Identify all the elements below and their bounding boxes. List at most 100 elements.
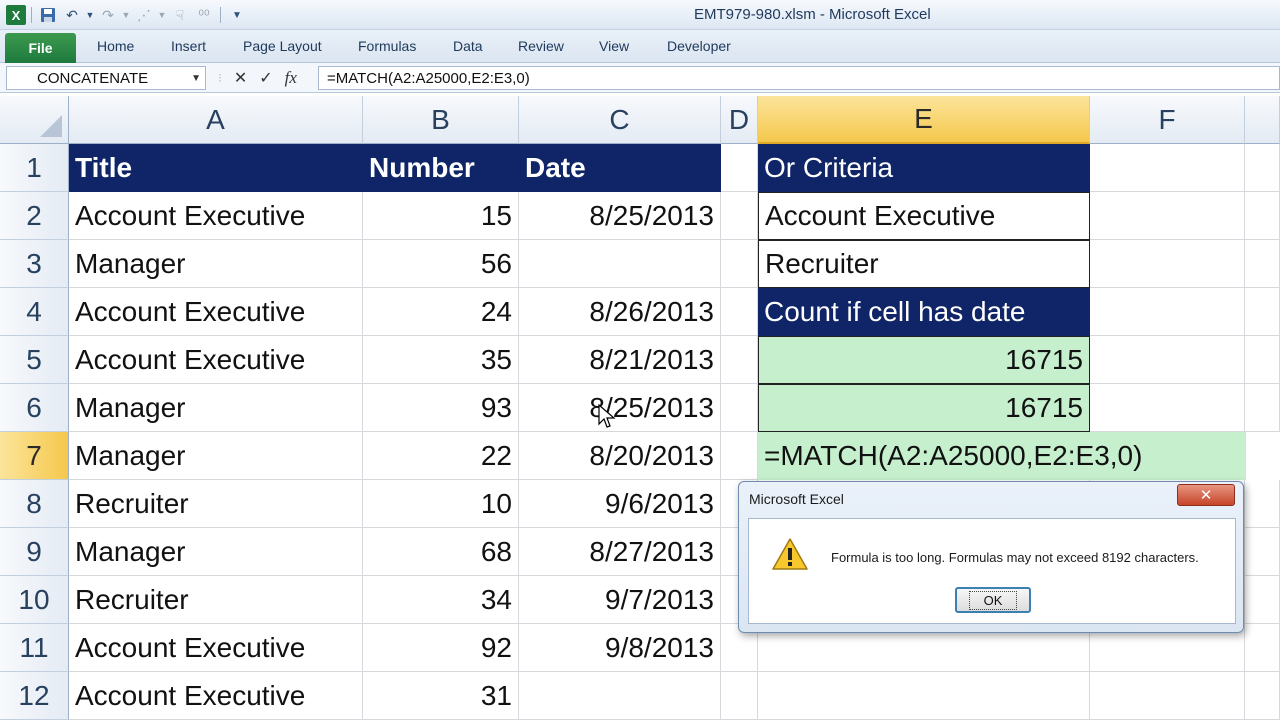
empty-cell[interactable] bbox=[758, 672, 1090, 720]
name-box-dropdown-icon[interactable]: ▼ bbox=[191, 73, 201, 84]
title-cell[interactable]: Manager bbox=[69, 432, 363, 480]
redo-icon[interactable]: ↷ bbox=[97, 4, 119, 26]
column-header-a[interactable]: A bbox=[69, 96, 363, 144]
number-cell[interactable]: 56 bbox=[363, 240, 519, 288]
empty-cell[interactable] bbox=[721, 432, 758, 480]
empty-cell[interactable] bbox=[1090, 336, 1245, 384]
date-cell[interactable]: 8/25/2013 bbox=[519, 384, 721, 432]
date-cell[interactable]: 8/25/2013 bbox=[519, 192, 721, 240]
criteria-item[interactable]: Account Executive bbox=[758, 192, 1090, 240]
empty-cell[interactable] bbox=[1245, 192, 1280, 240]
column-header-g[interactable] bbox=[1245, 96, 1280, 144]
date-cell[interactable]: 8/20/2013 bbox=[519, 432, 721, 480]
active-cell-editor[interactable]: =MATCH(A2:A25000,E2:E3,0) bbox=[758, 432, 1246, 480]
undo-icon[interactable]: ↶ bbox=[61, 4, 83, 26]
redo-dropdown-icon[interactable]: ▼ bbox=[121, 4, 131, 26]
resize-handle-icon[interactable]: ⁝ bbox=[218, 71, 222, 85]
empty-cell[interactable] bbox=[721, 192, 758, 240]
save-icon[interactable] bbox=[37, 4, 59, 26]
date-cell[interactable] bbox=[519, 672, 721, 720]
criteria-item[interactable]: Recruiter bbox=[758, 240, 1090, 288]
date-cell[interactable]: 9/7/2013 bbox=[519, 576, 721, 624]
empty-cell[interactable] bbox=[1245, 336, 1280, 384]
date-cell[interactable]: 8/27/2013 bbox=[519, 528, 721, 576]
column-header-b[interactable]: B bbox=[363, 96, 519, 144]
empty-cell[interactable] bbox=[1245, 576, 1280, 624]
date-cell[interactable]: 9/8/2013 bbox=[519, 624, 721, 672]
row-header[interactable]: 6 bbox=[0, 384, 69, 432]
title-cell[interactable]: Recruiter bbox=[69, 576, 363, 624]
dialog-close-button[interactable]: ✕ bbox=[1177, 484, 1235, 506]
empty-cell[interactable] bbox=[1245, 240, 1280, 288]
date-cell[interactable]: 8/26/2013 bbox=[519, 288, 721, 336]
empty-cell[interactable] bbox=[721, 144, 758, 192]
title-cell[interactable]: Manager bbox=[69, 240, 363, 288]
number-cell[interactable]: 35 bbox=[363, 336, 519, 384]
empty-cell[interactable] bbox=[721, 240, 758, 288]
number-cell[interactable]: 92 bbox=[363, 624, 519, 672]
name-box[interactable]: CONCATENATE ▼ bbox=[6, 66, 206, 90]
number-cell[interactable]: 15 bbox=[363, 192, 519, 240]
row-header[interactable]: 5 bbox=[0, 336, 69, 384]
row-header[interactable]: 8 bbox=[0, 480, 69, 528]
empty-cell[interactable] bbox=[1245, 480, 1280, 528]
column-header-c[interactable]: C bbox=[519, 96, 721, 144]
empty-cell[interactable] bbox=[1090, 384, 1245, 432]
empty-cell[interactable] bbox=[1090, 192, 1245, 240]
row-header[interactable]: 2 bbox=[0, 192, 69, 240]
date-cell[interactable]: 8/21/2013 bbox=[519, 336, 721, 384]
empty-cell[interactable] bbox=[1090, 288, 1245, 336]
number-cell[interactable]: 24 bbox=[363, 288, 519, 336]
empty-cell[interactable] bbox=[721, 384, 758, 432]
number-cell[interactable]: 22 bbox=[363, 432, 519, 480]
column-header-d[interactable]: D bbox=[721, 96, 758, 144]
cancel-icon[interactable]: ✕ bbox=[234, 68, 247, 88]
tab-developer[interactable]: Developer bbox=[667, 38, 731, 54]
title-cell[interactable]: Account Executive bbox=[69, 336, 363, 384]
enter-icon[interactable]: ✓ bbox=[259, 68, 272, 88]
row-header[interactable]: 4 bbox=[0, 288, 69, 336]
empty-cell[interactable] bbox=[1245, 384, 1280, 432]
empty-cell[interactable] bbox=[1245, 144, 1280, 192]
title-cell[interactable]: Recruiter bbox=[69, 480, 363, 528]
count-label[interactable]: Count if cell has date bbox=[758, 288, 1090, 336]
empty-cell[interactable] bbox=[1245, 624, 1280, 672]
row-header[interactable]: 3 bbox=[0, 240, 69, 288]
tab-review[interactable]: Review bbox=[518, 38, 564, 54]
empty-cell[interactable] bbox=[1090, 144, 1245, 192]
sort-dropdown-icon[interactable]: ▼ bbox=[157, 4, 167, 26]
tab-view[interactable]: View bbox=[599, 38, 629, 54]
table-header-date[interactable]: Date bbox=[519, 144, 721, 192]
title-cell[interactable]: Manager bbox=[69, 384, 363, 432]
column-header-f[interactable]: F bbox=[1090, 96, 1245, 144]
tab-file[interactable]: File bbox=[5, 33, 76, 63]
empty-cell[interactable] bbox=[1090, 240, 1245, 288]
empty-cell[interactable] bbox=[721, 336, 758, 384]
column-header-e[interactable]: E bbox=[758, 96, 1090, 144]
empty-cell[interactable] bbox=[1245, 528, 1280, 576]
ok-button[interactable]: OK bbox=[955, 587, 1031, 613]
number-cell[interactable]: 34 bbox=[363, 576, 519, 624]
row-header[interactable]: 10 bbox=[0, 576, 69, 624]
touch-icon[interactable]: ☟ bbox=[169, 4, 191, 26]
row-header[interactable]: 12 bbox=[0, 672, 69, 720]
insert-function-icon[interactable]: fx bbox=[285, 68, 297, 88]
title-cell[interactable]: Account Executive bbox=[69, 672, 363, 720]
number-cell[interactable]: 93 bbox=[363, 384, 519, 432]
tab-page-layout[interactable]: Page Layout bbox=[243, 38, 322, 54]
row-header-selected[interactable]: 7 bbox=[0, 432, 69, 480]
empty-cell[interactable] bbox=[1090, 672, 1245, 720]
empty-cell[interactable] bbox=[1245, 288, 1280, 336]
number-cell[interactable]: 68 bbox=[363, 528, 519, 576]
criteria-header[interactable]: Or Criteria bbox=[758, 144, 1090, 192]
row-header[interactable]: 11 bbox=[0, 624, 69, 672]
date-cell[interactable]: 9/6/2013 bbox=[519, 480, 721, 528]
tab-formulas[interactable]: Formulas bbox=[358, 38, 416, 54]
customize-icon[interactable]: ▼ bbox=[226, 4, 248, 26]
empty-cell[interactable] bbox=[721, 288, 758, 336]
select-all-corner[interactable] bbox=[0, 96, 69, 144]
title-cell[interactable]: Manager bbox=[69, 528, 363, 576]
row-header[interactable]: 1 bbox=[0, 144, 69, 192]
table-header-number[interactable]: Number bbox=[363, 144, 519, 192]
decimal-icon[interactable]: ⁰⁰ bbox=[193, 4, 215, 26]
